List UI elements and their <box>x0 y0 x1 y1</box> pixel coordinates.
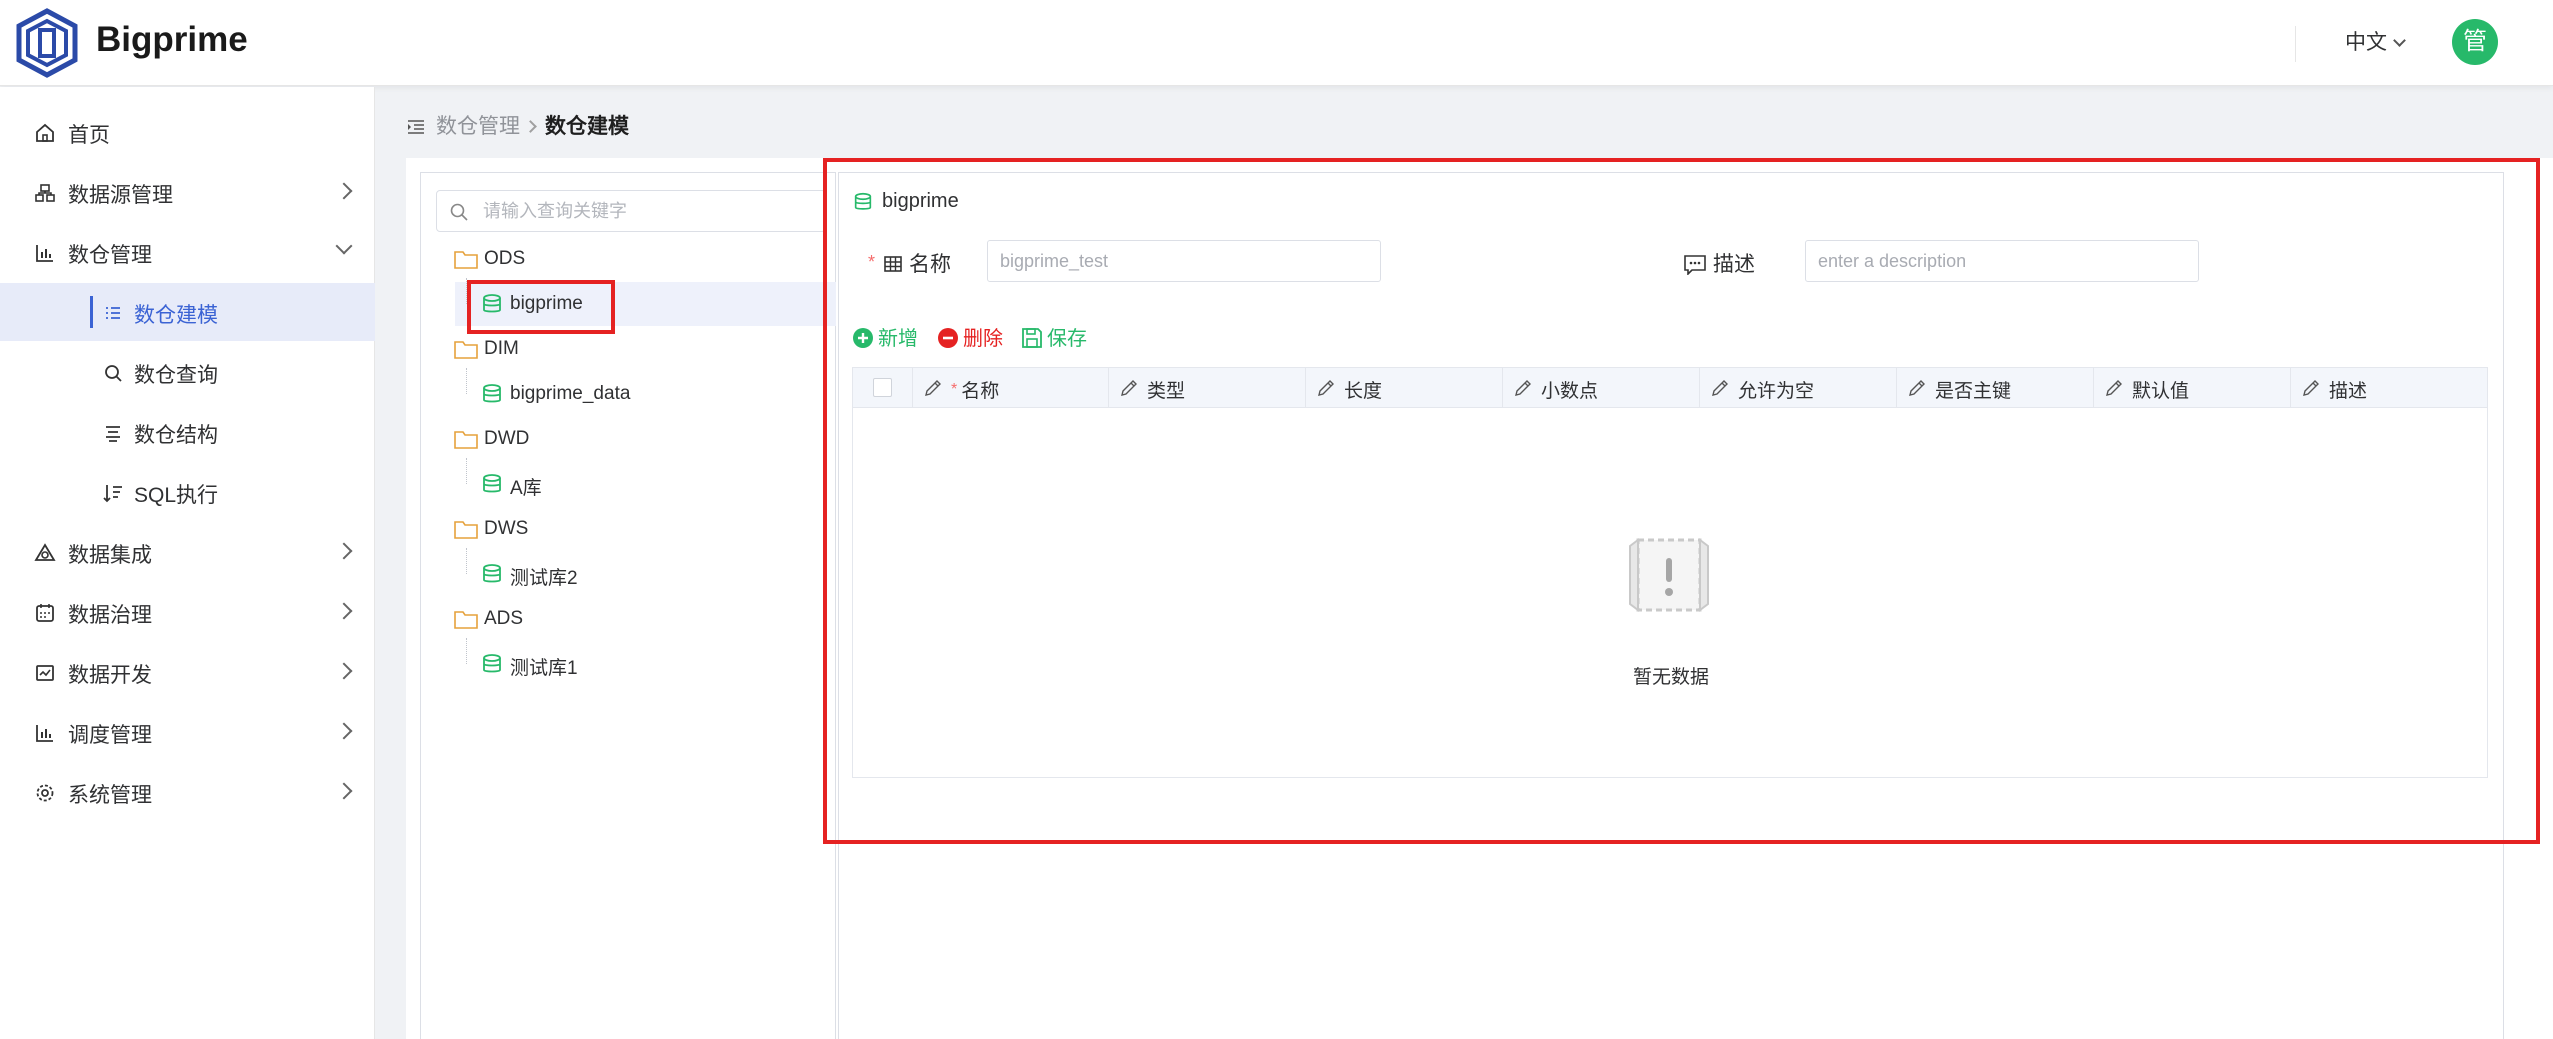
sidebar-item-label: 数仓结构 <box>134 424 218 447</box>
tree-search <box>436 190 826 232</box>
tree-connector <box>466 638 467 664</box>
folder-icon <box>454 251 478 269</box>
sidebar-item-sql-execute[interactable]: SQL执行 <box>0 463 375 521</box>
chevron-down-icon <box>335 237 353 255</box>
bar-chart-icon <box>36 725 53 742</box>
sidebar-item-datasource[interactable]: 数据源管理 <box>0 163 375 221</box>
sidebar-item-warehouse-structure[interactable]: 数仓结构 <box>0 403 375 461</box>
sidebar-item-development[interactable]: 数据开发 <box>0 643 375 701</box>
integration-icon <box>34 543 56 561</box>
tree-connector <box>466 548 467 574</box>
sidebar-item-label: SQL执行 <box>134 484 219 507</box>
sidebar-item-label: 数仓建模 <box>134 304 218 327</box>
sidebar-item-warehouse-query[interactable]: 数仓查询 <box>0 343 375 401</box>
breadcrumb-parent[interactable]: 数仓管理 <box>436 115 520 138</box>
sidebar-item-home[interactable]: 首页 <box>0 103 375 161</box>
tree-db-label: bigprime_data <box>510 383 631 404</box>
sidebar-item-label: 数据源管理 <box>68 184 173 207</box>
sidebar-item-label: 系统管理 <box>68 784 152 807</box>
home-icon <box>36 123 54 142</box>
tree-db-label: A库 <box>510 478 542 499</box>
header-divider <box>2295 26 2296 62</box>
highlight-box-tree-selection <box>467 280 615 334</box>
chevron-down-icon <box>2393 34 2406 47</box>
tree-folder-label: ODS <box>484 248 526 269</box>
chevron-right-icon <box>335 662 353 680</box>
sidebar-item-scheduling[interactable]: 调度管理 <box>0 703 375 761</box>
tree-connector <box>466 368 467 394</box>
tree-folder-label: ADS <box>484 608 524 629</box>
tree-db-label: 测试库2 <box>510 568 578 589</box>
tree-search-input[interactable] <box>481 197 811 225</box>
chevron-right-icon <box>335 182 353 200</box>
bar-chart-icon <box>36 245 53 262</box>
tree-folder-label: DWS <box>484 518 529 539</box>
chevron-right-icon <box>335 722 353 740</box>
search-icon <box>105 365 122 382</box>
sidebar-item-label: 数仓查询 <box>134 364 218 387</box>
database-icon <box>483 474 501 493</box>
sidebar-item-label: 数据集成 <box>68 544 152 567</box>
active-indicator <box>90 296 93 328</box>
brand-name: Bigprime <box>96 20 248 59</box>
top-header: Bigprime 中文 管 <box>0 0 2553 86</box>
chevron-right-icon <box>524 120 537 133</box>
sidebar-item-label: 调度管理 <box>68 724 152 747</box>
sidebar-item-label: 数据开发 <box>68 664 152 687</box>
tree-connector <box>466 458 467 484</box>
sql-sort-icon <box>103 485 122 503</box>
database-icon <box>483 384 501 403</box>
user-avatar[interactable]: 管 <box>2452 19 2498 65</box>
sidebar-item-warehouse[interactable]: 数仓管理 <box>0 223 375 281</box>
bigprime-logo-icon[interactable] <box>14 8 80 78</box>
dev-icon <box>36 665 54 681</box>
chevron-right-icon <box>335 602 353 620</box>
structure-icon <box>106 426 120 442</box>
datasource-icon <box>35 184 55 202</box>
sidebar-item-label: 首页 <box>68 124 110 147</box>
chevron-right-icon <box>335 782 353 800</box>
tree-db-label: 测试库1 <box>510 658 578 679</box>
database-icon <box>483 564 501 583</box>
tree-folder-label: DIM <box>484 338 519 359</box>
folder-icon <box>454 431 478 449</box>
sidebar-item-system[interactable]: 系统管理 <box>0 763 375 821</box>
folder-icon <box>454 341 478 359</box>
breadcrumb: 数仓管理 数仓建模 <box>408 110 629 140</box>
folder-icon <box>454 521 478 539</box>
search-icon <box>450 203 468 221</box>
language-switcher[interactable]: 中文 <box>2345 26 2406 56</box>
list-icon <box>106 307 120 319</box>
chevron-right-icon <box>335 542 353 560</box>
sidebar-item-governance[interactable]: 数据治理 <box>0 583 375 641</box>
highlight-box-form-area <box>823 158 2540 844</box>
language-label: 中文 <box>2345 31 2387 54</box>
sidebar-item-label: 数仓管理 <box>68 244 152 267</box>
sidebar-item-label: 数据治理 <box>68 604 152 627</box>
calendar-icon <box>36 604 54 622</box>
sidebar-item-integration[interactable]: 数据集成 <box>0 523 375 581</box>
tree-folder-label: DWD <box>484 428 530 449</box>
settings-icon <box>36 784 54 802</box>
menu-fold-icon[interactable] <box>408 120 424 134</box>
sidebar-item-warehouse-modeling[interactable]: 数仓建模 <box>0 283 375 341</box>
folder-icon <box>454 611 478 629</box>
breadcrumb-current: 数仓建模 <box>545 115 629 138</box>
database-icon <box>483 654 501 673</box>
sidebar-menu: 首页 数据源管理 数仓管理 数仓建模 数仓查询 数仓结构 SQL执行 数据集成 … <box>0 87 375 1039</box>
